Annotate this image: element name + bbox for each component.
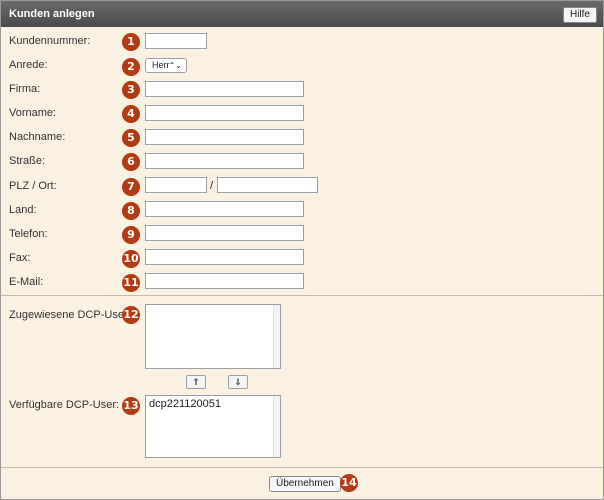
assigned-users-label: Zugewiesene DCP-User: bbox=[9, 309, 131, 321]
ort-input[interactable] bbox=[217, 177, 318, 193]
plz-ort-label: PLZ / Ort: bbox=[9, 180, 57, 192]
telefon-label: Telefon: bbox=[9, 228, 48, 240]
badge-6: 6 bbox=[122, 153, 140, 171]
badge-10: 10 bbox=[122, 250, 140, 268]
help-button[interactable]: Hilfe bbox=[562, 7, 597, 23]
kundennummer-label: Kundennummer: bbox=[9, 35, 91, 47]
badge-5: 5 bbox=[122, 129, 140, 147]
plz-ort-separator: / bbox=[210, 180, 214, 192]
list-item[interactable]: dcp221120051 bbox=[149, 398, 221, 410]
strasse-input[interactable] bbox=[145, 153, 304, 169]
section-divider-top bbox=[1, 295, 603, 296]
nachname-input[interactable] bbox=[145, 129, 304, 145]
badge-7: 7 bbox=[122, 178, 140, 196]
badge-11: 11 bbox=[122, 274, 140, 292]
email-label: E-Mail: bbox=[9, 276, 44, 288]
firma-input[interactable] bbox=[145, 81, 304, 97]
assigned-users-list[interactable] bbox=[145, 304, 281, 369]
vorname-input[interactable] bbox=[145, 105, 304, 121]
strasse-label: Straße: bbox=[9, 155, 46, 167]
kundennummer-input[interactable] bbox=[145, 33, 207, 49]
land-input[interactable] bbox=[145, 201, 304, 217]
badge-1: 1 bbox=[122, 33, 140, 51]
section-divider-bottom bbox=[1, 467, 603, 468]
telefon-input[interactable] bbox=[145, 225, 304, 241]
fax-label: Fax: bbox=[9, 252, 31, 264]
firma-label: Firma: bbox=[9, 83, 41, 95]
email-input[interactable] bbox=[145, 273, 304, 289]
available-users-scrollbar[interactable] bbox=[273, 396, 280, 457]
anrede-select-value: Herr bbox=[152, 60, 170, 70]
badge-2: 2 bbox=[122, 58, 140, 76]
submit-button[interactable]: Übernehmen bbox=[269, 476, 341, 492]
land-label: Land: bbox=[9, 204, 37, 216]
assigned-users-scrollbar[interactable] bbox=[273, 305, 280, 368]
plz-input[interactable] bbox=[145, 177, 207, 193]
customer-form-panel: Kunden anlegen Hilfe Kundennummer: 1 Anr… bbox=[0, 0, 604, 500]
available-users-list[interactable]: dcp221120051 bbox=[145, 395, 281, 458]
badge-14: 14 bbox=[340, 474, 358, 492]
badge-12: 12 bbox=[122, 306, 140, 324]
page-title: Kunden anlegen bbox=[9, 8, 95, 20]
available-users-label: Verfügbare DCP-User: bbox=[9, 399, 120, 411]
vorname-label: Vorname: bbox=[9, 107, 57, 119]
select-arrows-icon: ⌃⌄ bbox=[168, 61, 182, 70]
title-bar: Kunden anlegen Hilfe bbox=[1, 1, 603, 27]
anrede-label: Anrede: bbox=[9, 59, 48, 71]
fax-input[interactable] bbox=[145, 249, 304, 265]
badge-3: 3 bbox=[122, 81, 140, 99]
move-up-button[interactable]: ⇑ bbox=[186, 375, 206, 389]
anrede-select[interactable]: Herr ⌃⌄ bbox=[145, 58, 187, 73]
badge-4: 4 bbox=[122, 105, 140, 123]
move-down-button[interactable]: ⇓ bbox=[228, 375, 248, 389]
nachname-label: Nachname: bbox=[9, 131, 66, 143]
badge-13: 13 bbox=[122, 397, 140, 415]
badge-8: 8 bbox=[122, 202, 140, 220]
badge-9: 9 bbox=[122, 226, 140, 244]
